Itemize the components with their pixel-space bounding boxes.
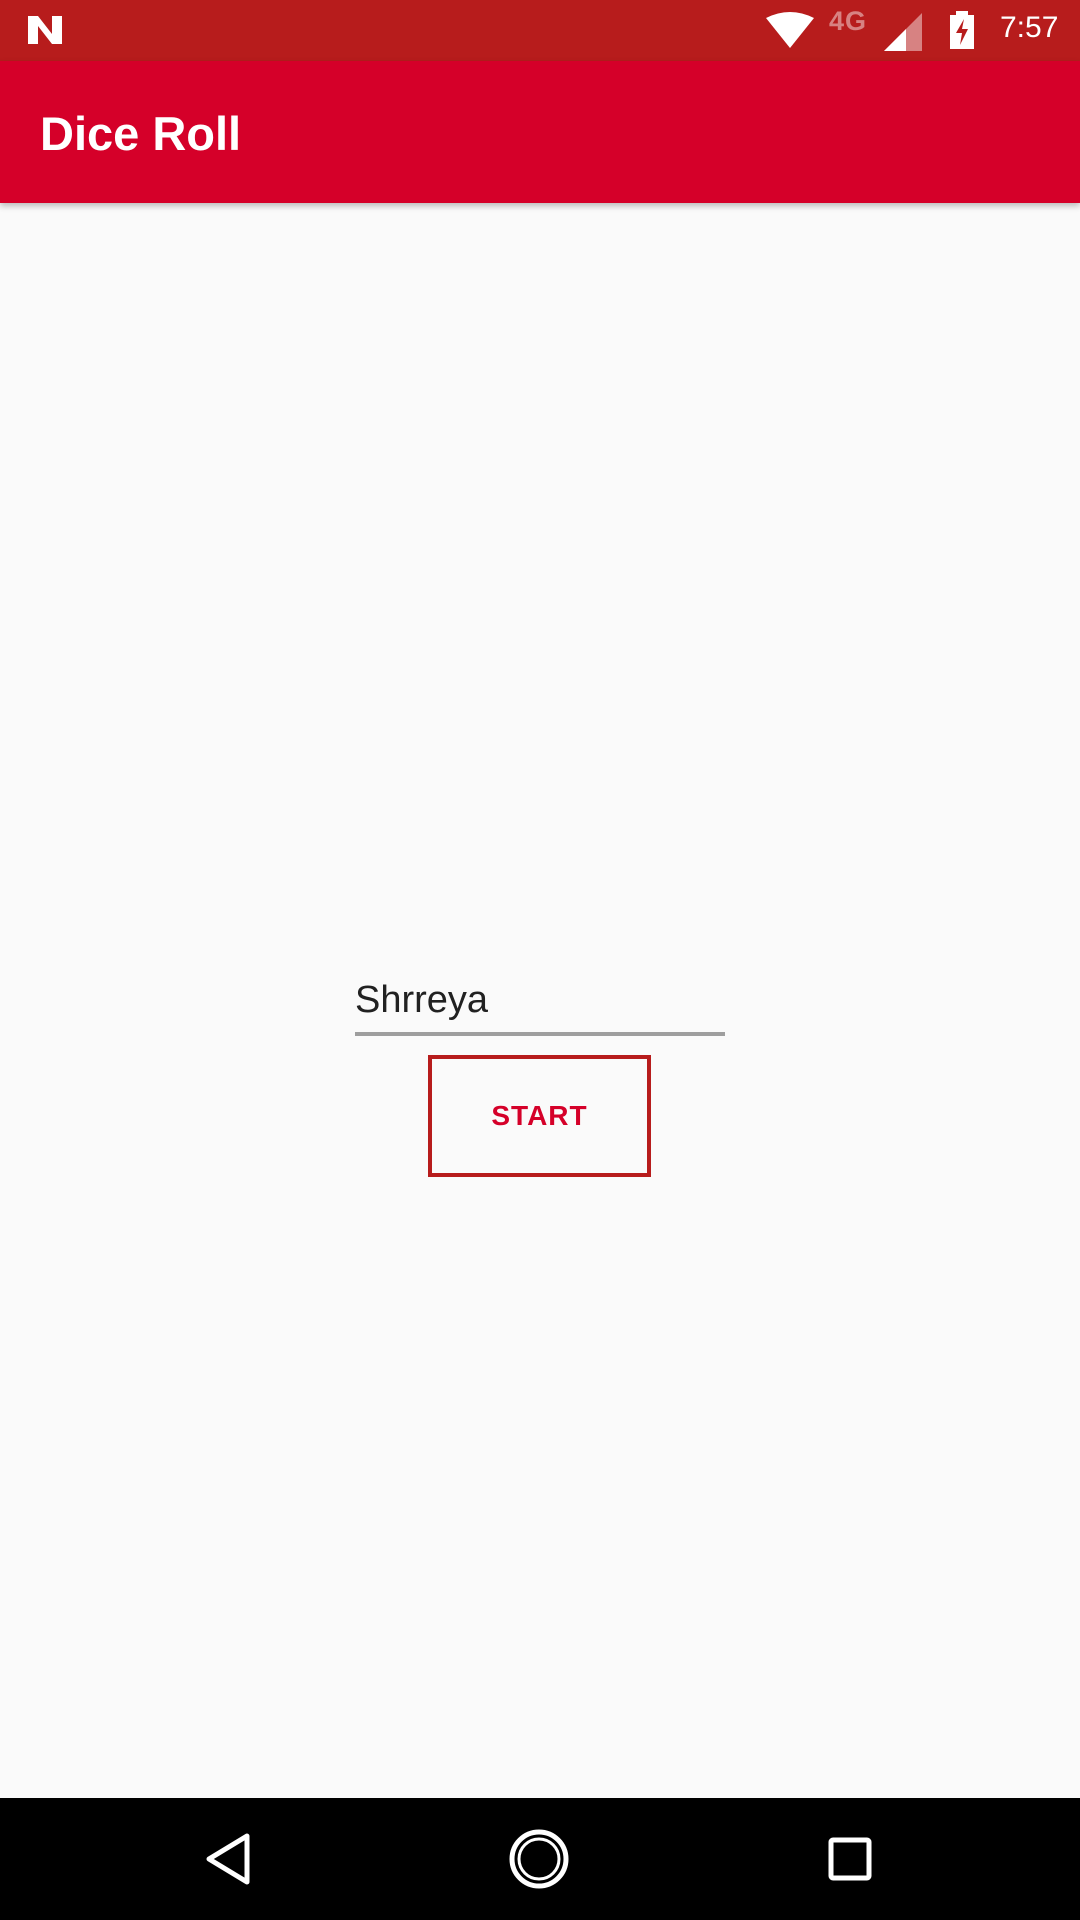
screen: 4G 7:57 Dice Roll START: [0, 0, 1080, 1920]
home-button[interactable]: [504, 1824, 574, 1894]
cell-signal-icon: [884, 13, 922, 51]
app-bar: Dice Roll: [0, 61, 1080, 203]
recents-icon: [828, 1837, 872, 1881]
network-type: 4G: [829, 6, 868, 36]
name-input[interactable]: [355, 970, 725, 1030]
battery-charging-icon: [950, 11, 974, 49]
status-bar: 4G 7:57: [0, 0, 1080, 61]
back-button[interactable]: [195, 1824, 265, 1894]
name-field[interactable]: [355, 970, 725, 1036]
navigation-bar: [0, 1798, 1080, 1920]
back-icon: [206, 1833, 250, 1885]
clock: 7:57: [1000, 11, 1059, 44]
n-logo-icon: [28, 16, 62, 44]
page-title: Dice Roll: [40, 107, 242, 160]
home-icon: [509, 1829, 569, 1889]
wifi-icon: [766, 12, 814, 48]
start-button[interactable]: START: [428, 1055, 651, 1177]
recents-button[interactable]: [815, 1824, 885, 1894]
input-underline: [355, 1032, 725, 1036]
